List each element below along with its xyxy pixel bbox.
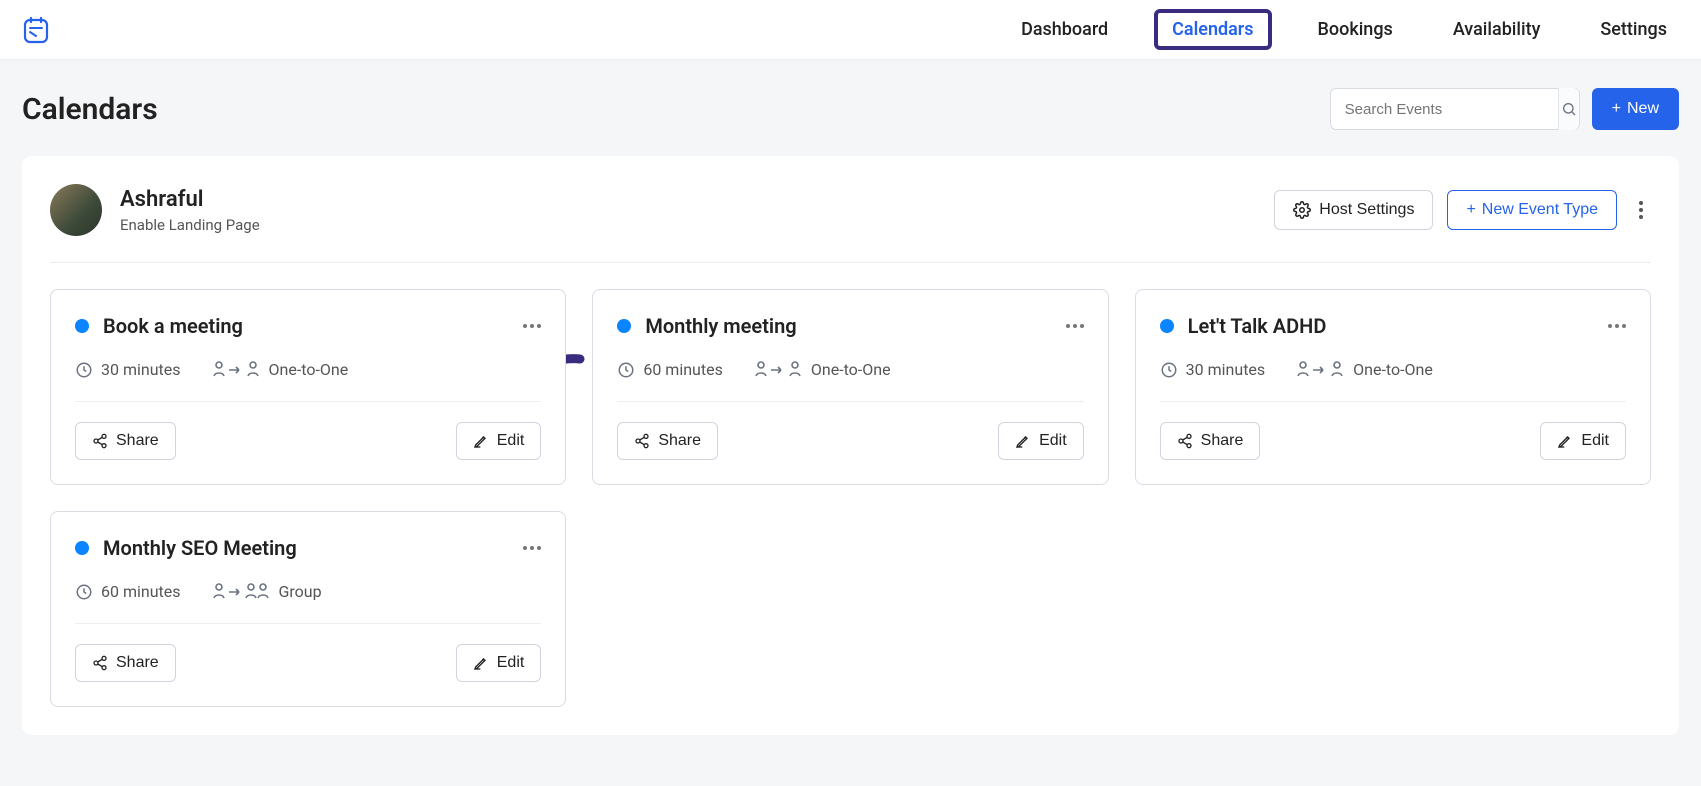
card-more-menu[interactable] — [1066, 324, 1084, 328]
event-title-row: Let't Talk ADHD — [1160, 314, 1327, 338]
nav-availability[interactable]: Availability — [1439, 13, 1555, 46]
event-title-row: Monthly SEO Meeting — [75, 536, 297, 560]
event-type: One-to-One — [269, 360, 349, 379]
clock-icon — [617, 361, 635, 379]
share-button[interactable]: Share — [617, 422, 718, 460]
edit-button[interactable]: Edit — [1540, 422, 1626, 460]
event-card: Book a meeting 30 minutes One-to-One — [50, 289, 566, 485]
event-duration: 60 minutes — [643, 360, 723, 379]
more-menu[interactable] — [1631, 195, 1651, 225]
host-sub[interactable]: Enable Landing Page — [120, 216, 260, 234]
divider — [75, 401, 541, 402]
event-duration: 60 minutes — [101, 582, 181, 601]
share-button[interactable]: Share — [75, 422, 176, 460]
new-button-label: New — [1627, 100, 1659, 118]
app-logo — [20, 14, 52, 46]
edit-label: Edit — [1581, 432, 1609, 450]
page-content: Calendars + New Ashraful En — [0, 60, 1701, 763]
share-label: Share — [658, 432, 701, 450]
search-wrap — [1330, 88, 1580, 130]
share-label: Share — [1201, 432, 1244, 450]
search-input[interactable] — [1331, 101, 1558, 118]
search-button[interactable] — [1558, 88, 1579, 130]
status-dot-icon — [1160, 319, 1174, 333]
pencil-icon — [1015, 433, 1031, 449]
page-header: Calendars + New — [22, 88, 1679, 130]
divider — [617, 401, 1083, 402]
event-type: One-to-One — [1353, 360, 1433, 379]
edit-label: Edit — [1039, 432, 1067, 450]
one-to-one-icon — [1297, 361, 1345, 379]
pencil-icon — [1557, 433, 1573, 449]
edit-label: Edit — [497, 654, 525, 672]
event-title: Let't Talk ADHD — [1188, 314, 1327, 338]
header-actions: + New — [1330, 88, 1679, 130]
gear-icon — [1293, 201, 1311, 219]
divider — [1160, 401, 1626, 402]
edit-button[interactable]: Edit — [456, 422, 542, 460]
host-row: Ashraful Enable Landing Page Host Settin… — [50, 184, 1651, 263]
clock-icon — [75, 583, 93, 601]
nav-bookings[interactable]: Bookings — [1304, 13, 1407, 46]
event-card: Let't Talk ADHD 30 minutes One-to-One — [1135, 289, 1651, 485]
nav-calendars[interactable]: Calendars — [1154, 9, 1271, 50]
avatar — [50, 184, 102, 236]
new-event-type-button[interactable]: + New Event Type — [1447, 190, 1617, 230]
status-dot-icon — [75, 319, 89, 333]
edit-button[interactable]: Edit — [998, 422, 1084, 460]
event-title-row: Monthly meeting — [617, 314, 796, 338]
card-more-menu[interactable] — [1608, 324, 1626, 328]
share-icon — [92, 433, 108, 449]
share-button[interactable]: Share — [75, 644, 176, 682]
edit-label: Edit — [497, 432, 525, 450]
new-button[interactable]: + New — [1592, 88, 1679, 130]
event-card: Monthly meeting 60 minutes One-to-One — [592, 289, 1108, 485]
card-more-menu[interactable] — [523, 324, 541, 328]
share-icon — [634, 433, 650, 449]
divider — [75, 623, 541, 624]
nav-dashboard[interactable]: Dashboard — [1007, 13, 1122, 46]
event-title: Book a meeting — [103, 314, 243, 338]
status-dot-icon — [75, 541, 89, 555]
host-actions: Host Settings + New Event Type — [1274, 190, 1651, 230]
share-icon — [92, 655, 108, 671]
search-icon — [1561, 101, 1577, 117]
event-duration: 30 minutes — [1186, 360, 1266, 379]
card-more-menu[interactable] — [523, 546, 541, 550]
event-title: Monthly SEO Meeting — [103, 536, 297, 560]
edit-button[interactable]: Edit — [456, 644, 542, 682]
clock-icon — [75, 361, 93, 379]
status-dot-icon — [617, 319, 631, 333]
panel: Ashraful Enable Landing Page Host Settin… — [22, 156, 1679, 735]
event-title: Monthly meeting — [645, 314, 796, 338]
event-type: Group — [279, 582, 322, 601]
nav-settings[interactable]: Settings — [1586, 13, 1681, 46]
event-duration: 30 minutes — [101, 360, 181, 379]
plus-icon: + — [1466, 201, 1475, 219]
event-card: Monthly SEO Meeting 60 minutes Group — [50, 511, 566, 707]
one-to-one-icon — [755, 361, 803, 379]
page-title: Calendars — [22, 92, 158, 127]
share-icon — [1177, 433, 1193, 449]
host-name: Ashraful — [120, 187, 260, 212]
share-label: Share — [116, 432, 159, 450]
event-type: One-to-One — [811, 360, 891, 379]
topbar: Dashboard Calendars Bookings Availabilit… — [0, 0, 1701, 60]
share-button[interactable]: Share — [1160, 422, 1261, 460]
pencil-icon — [473, 655, 489, 671]
pencil-icon — [473, 433, 489, 449]
host-left: Ashraful Enable Landing Page — [50, 184, 260, 236]
share-label: Share — [116, 654, 159, 672]
group-icon — [213, 583, 271, 601]
plus-icon: + — [1612, 100, 1621, 118]
one-to-one-icon — [213, 361, 261, 379]
host-settings-label: Host Settings — [1319, 201, 1414, 219]
clock-icon — [1160, 361, 1178, 379]
new-event-type-label: New Event Type — [1482, 201, 1598, 219]
main-nav: Dashboard Calendars Bookings Availabilit… — [1007, 9, 1681, 50]
event-title-row: Book a meeting — [75, 314, 243, 338]
host-settings-button[interactable]: Host Settings — [1274, 190, 1433, 230]
event-cards: Book a meeting 30 minutes One-to-One — [50, 289, 1651, 707]
